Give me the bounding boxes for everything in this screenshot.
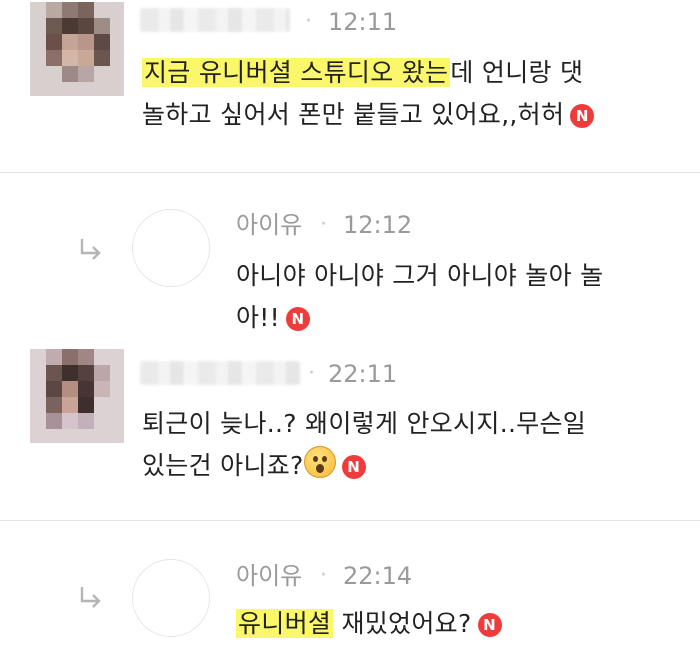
new-badge-icon: N [570,104,595,128]
reply-arrow-icon [80,587,101,608]
meta-separator: · [320,563,327,588]
avatar[interactable] [132,559,210,637]
comment-text: 지금 유니버셜 스튜디오 왔는데 언니랑 댓 놀하고 싶어서 폰만 붙들고 있어… [142,52,682,136]
reply-arrow-icon [80,239,101,260]
comment-text-line1: 퇴근이 늦나..? 왜이렇게 안오시지..무슨일 [142,409,587,438]
comment-time: 12:12 [343,211,413,239]
avatar[interactable] [132,209,210,287]
comment-text-line2: 놀하고 싶어서 폰만 붙들고 있어요,,허허 [142,100,565,129]
comment-item: · 12:11 지금 유니버셜 스튜디오 왔는데 언니랑 댓 놀하고 싶어서 폰… [0,0,700,172]
comment-time: 22:11 [328,360,398,388]
highlighted-text: 지금 유니버셜 스튜디오 왔는 [142,58,451,87]
highlighted-text: 유니버셜 [236,609,334,638]
new-badge-icon: N [341,455,366,479]
meta-separator: · [305,9,312,34]
author-name[interactable]: 아이유 [236,562,302,590]
comment-text: 아니야 아니야 그거 아니야 놀아 놀 아!! N [236,255,686,339]
reply-item: 아이유 · 12:12 아니야 아니야 그거 아니야 놀아 놀 아!! N [0,173,700,343]
author-name[interactable]: 아이유 [236,211,302,239]
comment-text-line1: 아니야 아니야 그거 아니야 놀아 놀 [236,261,604,290]
comment-text-line2: 아!! [236,303,280,332]
comment-item: · 22:11 퇴근이 늦나..? 왜이렇게 안오시지..무슨일 있는건 아니죠… [0,343,700,520]
avatar-blurred[interactable] [30,349,124,443]
comment-text-rest: 데 언니랑 댓 [450,58,584,87]
reply-item: 아이유 · 22:14 유니버셜 재밌었어요? N [0,521,700,658]
avatar-blurred[interactable] [30,2,124,96]
comment-text-line2: 있는건 아니죠? [142,451,304,480]
author-name-blurred[interactable] [140,361,300,385]
meta-separator: · [308,361,315,386]
comment-time: 12:11 [328,8,398,36]
comment-text: 유니버셜 재밌었어요? N [236,603,686,645]
comment-text: 퇴근이 늦나..? 왜이렇게 안오시지..무슨일 있는건 아니죠? N [142,403,692,487]
author-name-blurred[interactable] [140,8,290,32]
new-badge-icon: N [477,613,502,637]
new-badge-icon: N [285,307,310,331]
comment-text-rest: 재밌었어요? [333,609,472,638]
comment-time: 22:14 [343,562,413,590]
meta-separator: · [320,212,327,237]
astonished-face-emoji-icon [303,446,336,478]
